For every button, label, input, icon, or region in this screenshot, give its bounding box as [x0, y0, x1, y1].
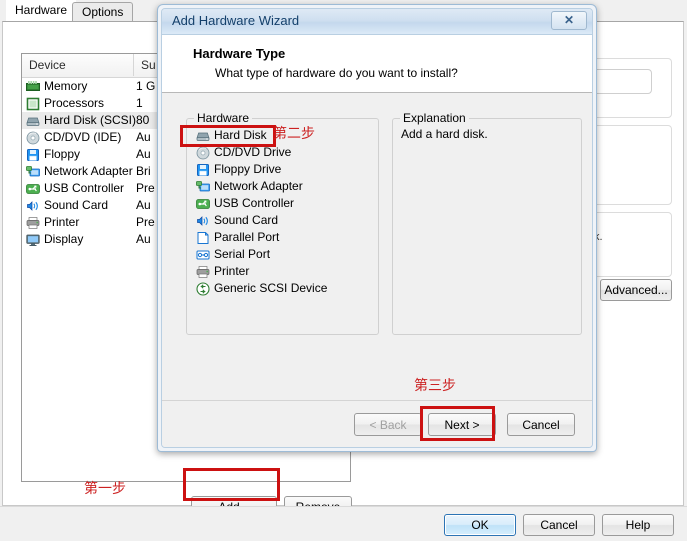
annotation-step-3: 第三步 — [414, 378, 456, 394]
device-summary: Au — [136, 232, 151, 246]
hardware-type-list[interactable]: Hard Disk CD/DVD Drive Floppy Drive Netw… — [188, 127, 377, 333]
ok-button[interactable]: OK — [444, 514, 516, 536]
list-item[interactable]: CD/DVD Drive — [188, 144, 377, 161]
network-adapter-icon — [26, 165, 40, 179]
parallel-port-icon — [196, 231, 210, 245]
device-name: Printer — [44, 215, 80, 229]
display-icon — [26, 233, 40, 247]
wizard-cancel-button[interactable]: Cancel — [507, 413, 575, 436]
explanation-group: Explanation Add a hard disk. — [392, 111, 582, 335]
device-name: Floppy — [44, 147, 81, 161]
advanced-button[interactable]: Advanced... — [600, 279, 672, 301]
list-item-label: USB Controller — [214, 196, 295, 210]
device-summary: Au — [136, 130, 151, 144]
list-item[interactable]: USB Controller — [188, 195, 377, 212]
device-summary: 80 — [136, 113, 150, 127]
hardware-group-label: Hardware — [194, 111, 253, 125]
device-summary: Bri — [136, 164, 151, 178]
close-icon[interactable]: ✕ — [551, 11, 587, 30]
list-item-label: Floppy Drive — [214, 162, 282, 176]
explanation-group-label: Explanation — [400, 111, 469, 125]
device-summary: Pre — [136, 181, 155, 195]
list-item-label: Serial Port — [214, 247, 271, 261]
device-name: Processors — [44, 96, 105, 110]
wizard-inner-frame: Add Hardware Wizard ✕ Hardware Type What… — [161, 8, 593, 448]
device-name: Display — [44, 232, 84, 246]
tab-options[interactable]: Options — [72, 2, 134, 21]
device-summary: 1 — [136, 96, 143, 110]
floppy-icon — [26, 148, 40, 162]
harddisk-icon — [26, 114, 40, 128]
list-item-label: Parallel Port — [214, 230, 280, 244]
list-item[interactable]: Sound Card — [188, 212, 377, 229]
list-item[interactable]: Serial Port — [188, 246, 377, 263]
device-name: Network Adapter — [44, 164, 133, 178]
processor-icon — [26, 97, 40, 111]
harddisk-icon — [196, 129, 210, 143]
device-summary: Au — [136, 198, 151, 212]
hardware-group: Hardware Hard Disk CD/DVD Drive Floppy D… — [186, 111, 379, 335]
cddvd-icon — [196, 146, 210, 160]
column-header-device[interactable]: Device — [22, 54, 134, 76]
wizard-footer: < Back Next > Cancel — [162, 400, 592, 447]
device-name: Sound Card — [44, 198, 109, 212]
device-summary: Au — [136, 147, 151, 161]
wizard-body: Hardware Hard Disk CD/DVD Drive Floppy D… — [162, 94, 592, 400]
list-item-label: Hard Disk — [214, 128, 267, 142]
cancel-button[interactable]: Cancel — [523, 514, 595, 536]
list-item-label: Sound Card — [214, 213, 279, 227]
annotation-step-2: 第二步 — [273, 126, 315, 142]
list-item-label: Network Adapter — [214, 179, 303, 193]
list-item-label: CD/DVD Drive — [214, 145, 292, 159]
tab-hardware[interactable]: Hardware — [6, 0, 77, 22]
next-button[interactable]: Next > — [428, 413, 496, 436]
scsi-device-icon — [196, 282, 210, 296]
usb-controller-icon — [26, 182, 40, 196]
device-summary: 1 G — [136, 79, 156, 93]
serial-port-icon — [196, 248, 210, 262]
device-summary: Pre — [136, 215, 155, 229]
list-item[interactable]: Floppy Drive — [188, 161, 377, 178]
memory-icon — [26, 80, 40, 94]
wizard-title-bar[interactable]: Add Hardware Wizard ✕ — [162, 9, 592, 35]
printer-icon — [26, 216, 40, 230]
sound-card-icon — [26, 199, 40, 213]
device-name: CD/DVD (IDE) — [44, 130, 122, 144]
wizard-title: Add Hardware Wizard — [172, 13, 300, 28]
usb-controller-icon — [196, 197, 210, 211]
list-item-label: Generic SCSI Device — [214, 281, 328, 295]
list-item[interactable]: Printer — [188, 263, 377, 280]
wizard-header-title: Hardware Type — [193, 46, 286, 61]
sound-card-icon — [196, 214, 210, 228]
device-name: Memory — [44, 79, 88, 93]
annotation-step-1: 第一步 — [84, 481, 126, 497]
cddvd-icon — [26, 131, 40, 145]
add-hardware-wizard-dialog: Add Hardware Wizard ✕ Hardware Type What… — [157, 4, 597, 452]
list-item[interactable]: Generic SCSI Device — [188, 280, 377, 297]
device-name: Hard Disk (SCSI) — [44, 113, 137, 127]
wizard-header-subtitle: What type of hardware do you want to ins… — [215, 66, 458, 80]
list-item-label: Printer — [214, 264, 250, 278]
printer-icon — [196, 265, 210, 279]
network-adapter-icon — [196, 180, 210, 194]
help-button[interactable]: Help — [602, 514, 674, 536]
list-item[interactable]: Parallel Port — [188, 229, 377, 246]
floppy-icon — [196, 163, 210, 177]
wizard-header: Hardware Type What type of hardware do y… — [162, 35, 592, 93]
explanation-text: Add a hard disk. — [401, 127, 488, 141]
list-item[interactable]: Network Adapter — [188, 178, 377, 195]
back-button[interactable]: < Back — [354, 413, 422, 436]
device-name: USB Controller — [44, 181, 125, 195]
